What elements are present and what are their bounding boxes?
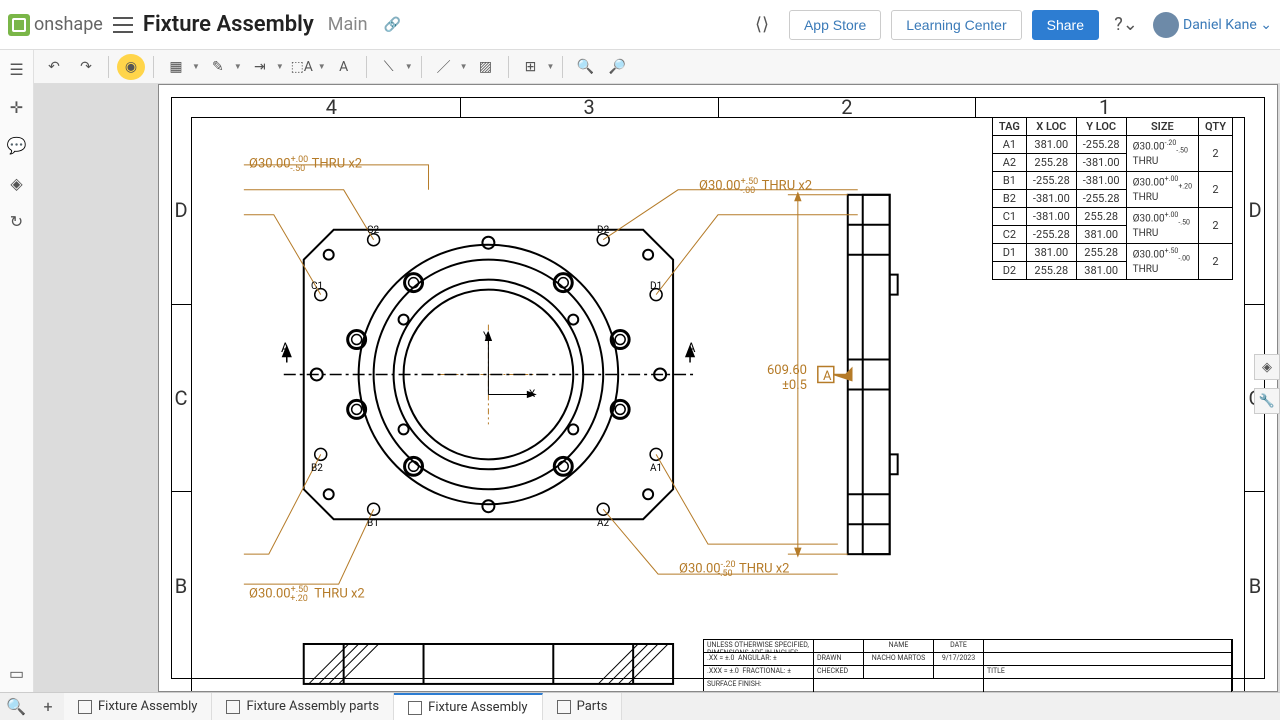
add-tab-icon[interactable]: + <box>32 693 64 720</box>
bottom-tabs: 🔍 + Fixture Assembly Fixture Assembly pa… <box>0 692 1280 720</box>
dim-d-callout: Ø30.00+.50-.00 THRU x2 <box>699 177 812 196</box>
tag-b2: B2 <box>311 463 323 474</box>
layers-icon[interactable]: ◈ <box>1254 354 1280 380</box>
folder-icon <box>226 700 240 714</box>
add-icon[interactable]: ✛ <box>6 96 28 118</box>
avatar-icon <box>1153 12 1179 38</box>
active-tool-icon[interactable]: ◉ <box>117 54 145 80</box>
history-icon[interactable]: ↻ <box>6 210 28 232</box>
tag-d1: D1 <box>650 281 662 292</box>
cube-icon <box>78 700 92 714</box>
app-header: onshape Fixture Assembly Main 🔗 ⟨⟩ App S… <box>0 0 1280 50</box>
sketch-tool[interactable]: ✎▼ <box>204 54 242 80</box>
dim-c-callout: Ø30.00+.00-.50 THRU x2 <box>249 155 362 174</box>
text-tool[interactable]: A <box>330 54 358 80</box>
dim-b-callout: Ø30.00+.50+.20 THRU x2 <box>249 585 365 604</box>
section-a-right: A <box>687 341 695 356</box>
onshape-logo-icon <box>8 14 30 36</box>
left-rail: ☰ ✛ 💬 ◈ ↻ ▭ <box>0 50 34 692</box>
axis-y: Y <box>483 331 489 342</box>
centerline-tool[interactable]: ⟍▼ <box>375 54 413 80</box>
hatch-tool[interactable]: ▨ <box>472 54 500 80</box>
link-icon[interactable]: 🔗 <box>384 17 401 33</box>
line-tool[interactable]: ／▼ <box>430 54 468 80</box>
app-store-button[interactable]: App Store <box>789 10 881 40</box>
analytics-icon[interactable]: ⟨⟩ <box>745 8 779 42</box>
tab-parts[interactable]: Parts <box>543 693 623 720</box>
tag-a2: A2 <box>597 518 609 529</box>
logo-text: onshape <box>34 14 103 35</box>
tag-c2: C2 <box>367 225 379 236</box>
logo[interactable]: onshape <box>8 14 103 36</box>
help-icon[interactable]: ?⌄ <box>1109 8 1143 42</box>
user-menu[interactable]: Daniel Kane ⌄ <box>1153 12 1272 38</box>
title-block: UNLESS OTHERWISE SPECIFIED, DIMENSIONS A… <box>703 639 1233 691</box>
comment-icon[interactable]: 💬 <box>6 134 28 156</box>
document-title[interactable]: Fixture Assembly <box>143 12 314 37</box>
search-tabs-icon[interactable]: 🔍 <box>0 693 32 720</box>
axis-x: X <box>529 389 535 400</box>
share-button[interactable]: Share <box>1032 10 1099 40</box>
dim-a-callout: Ø30.00-.20-.50 THRU x2 <box>679 560 789 579</box>
drawing-sheet: 4321 DCB DCB <box>158 84 1278 692</box>
learning-center-button[interactable]: Learning Center <box>891 10 1021 40</box>
undo-button[interactable]: ↶ <box>40 54 68 80</box>
find-tool[interactable]: 🔎 <box>603 54 631 80</box>
tab-fixture-drawing[interactable]: Fixture Assembly <box>394 693 542 720</box>
note-tool[interactable]: ⬚A▼ <box>288 54 326 80</box>
dim-height: 609.60±0.5 <box>767 363 807 393</box>
hamburger-icon[interactable] <box>113 17 133 33</box>
right-tools: ◈ 🔧 <box>1254 354 1280 414</box>
tab-fixture-parts[interactable]: Fixture Assembly parts <box>212 693 394 720</box>
tag-a1: A1 <box>650 463 662 474</box>
settings-tool-icon[interactable]: 🔧 <box>1254 388 1280 414</box>
cube-icon[interactable]: ◈ <box>6 172 28 194</box>
datum-a: A <box>823 369 831 384</box>
section-a-left: A <box>281 341 289 356</box>
hole-table: TAGX LOCY LOCSIZEQTY A1381.00-255.28Ø30.… <box>992 117 1233 280</box>
toolbar: ↶ ↷ ◉ ▦▼ ✎▼ ⇥▼ ⬚A▼ A ⟍▼ ／▼ ▨ ⊞▼ 🔍 🔎 <box>34 50 1280 84</box>
insert-view-tool[interactable]: ▦▼ <box>162 54 200 80</box>
branch-name[interactable]: Main <box>328 14 368 35</box>
tab-fixture-assembly[interactable]: Fixture Assembly <box>64 693 212 720</box>
tag-b1: B1 <box>367 518 379 529</box>
collapse-icon[interactable]: ▭ <box>6 662 28 684</box>
table-tool[interactable]: ⊞▼ <box>517 54 555 80</box>
dimension-tool[interactable]: ⇥▼ <box>246 54 284 80</box>
drawing-canvas[interactable]: 4321 DCB DCB <box>34 84 1280 692</box>
redo-button[interactable]: ↷ <box>72 54 100 80</box>
tag-d2: D2 <box>597 225 609 236</box>
drawing-icon <box>408 701 422 715</box>
user-name: Daniel Kane <box>1183 17 1257 33</box>
feature-list-icon[interactable]: ☰ <box>6 58 28 80</box>
inspect-tool[interactable]: 🔍 <box>571 54 599 80</box>
folder-icon <box>557 700 571 714</box>
tag-c1: C1 <box>311 281 323 292</box>
